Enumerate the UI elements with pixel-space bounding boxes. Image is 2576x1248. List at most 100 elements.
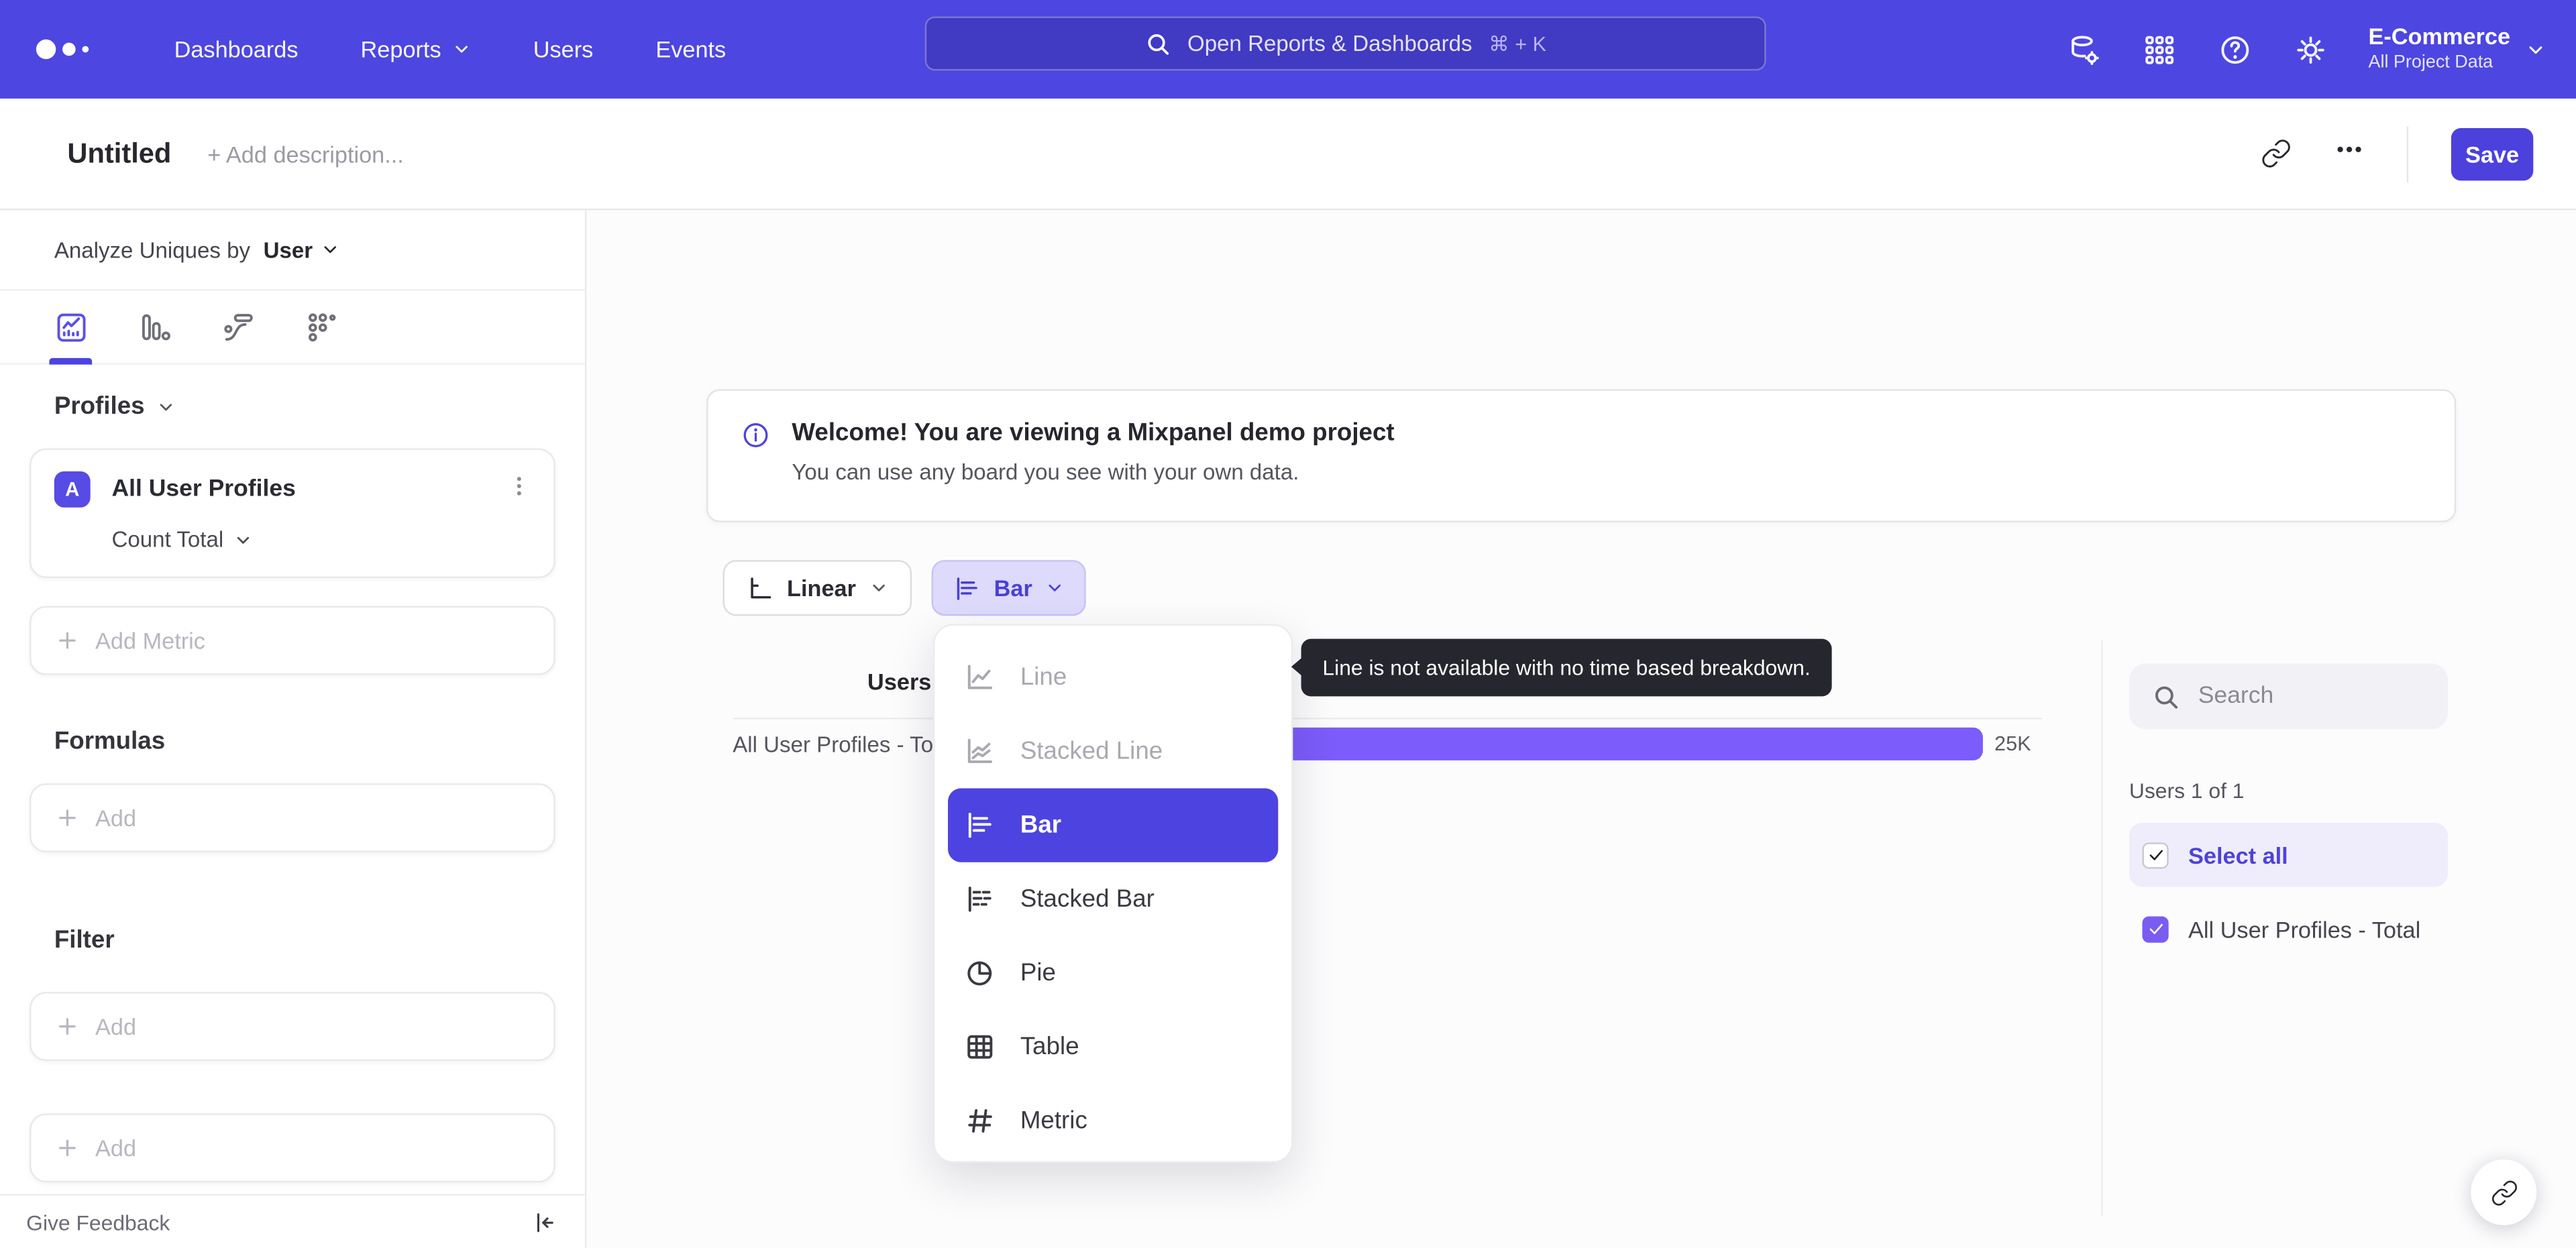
global-search-button[interactable]: Open Reports & Dashboards ⌘ + K	[924, 16, 1766, 71]
settings-gear-icon[interactable]	[2293, 32, 2327, 66]
metric-name[interactable]: All User Profiles	[112, 476, 296, 502]
line-chart-icon	[967, 665, 993, 689]
project-scope: All Project Data	[2368, 52, 2493, 72]
report-type-tabs	[0, 290, 585, 365]
insights-icon	[57, 313, 86, 341]
filter-section-header: Filter	[54, 926, 115, 954]
sidebar-footer: Give Feedback	[0, 1194, 585, 1248]
plus-icon	[59, 1018, 76, 1035]
series-item-row[interactable]: All User Profiles - Total	[2129, 901, 2448, 956]
dropdown-item-table[interactable]: Table	[948, 1010, 1278, 1084]
dropdown-item-pie[interactable]: Pie	[948, 936, 1278, 1010]
link-icon	[2491, 1180, 2516, 1205]
top-navigation-bar: Dashboards Reports Users Events Open Rep…	[0, 0, 2576, 99]
bar-chart-icon	[957, 576, 977, 600]
dropdown-item-bar[interactable]: Bar	[948, 788, 1279, 862]
pie-chart-icon	[967, 961, 992, 986]
apps-grid-icon[interactable]	[2142, 32, 2176, 66]
chart-section-label: Users	[867, 668, 932, 695]
dropdown-item-line: Line	[948, 640, 1278, 714]
plus-icon	[59, 809, 76, 826]
chevron-down-icon	[455, 46, 467, 53]
series-item-checkbox[interactable]	[2142, 915, 2169, 942]
plus-icon	[59, 632, 76, 649]
chevron-down-icon	[2529, 45, 2542, 53]
stacked-bar-chart-icon	[968, 887, 991, 912]
report-canvas: Welcome! You are viewing a Mixpanel demo…	[586, 210, 2576, 1248]
search-shortcut: ⌘ + K	[1489, 32, 1547, 56]
save-button[interactable]: Save	[2451, 127, 2534, 180]
nav-item-users[interactable]: Users	[533, 36, 594, 62]
flows-icon	[224, 313, 253, 340]
report-header: Untitled + Add description... Save	[0, 98, 2576, 211]
search-icon	[2155, 685, 2178, 708]
banner-title: Welcome! You are viewing a Mixpanel demo…	[792, 418, 1395, 447]
select-all-checkbox[interactable]	[2142, 842, 2169, 868]
tab-funnels[interactable]	[138, 290, 172, 363]
give-feedback-link[interactable]: Give Feedback	[26, 1210, 170, 1235]
mixpanel-logo-icon[interactable]	[36, 39, 89, 60]
metric-aggregation-selector[interactable]: Count Total	[112, 527, 531, 552]
search-placeholder: Open Reports & Dashboards	[1187, 31, 1472, 56]
add-filter-button[interactable]: Add	[30, 992, 555, 1062]
tab-retention[interactable]	[306, 290, 340, 363]
bar-chart-icon	[968, 812, 991, 838]
share-link-button[interactable]	[2471, 1159, 2537, 1225]
add-breakdown-button[interactable]: Add	[30, 1113, 555, 1183]
chart-type-dropdown: Line Stacked Line Bar Stacked Bar Pie Ta…	[933, 624, 1293, 1163]
hash-icon	[968, 1109, 992, 1133]
plus-icon	[59, 1139, 76, 1157]
tab-flows[interactable]	[222, 290, 256, 363]
chevron-down-icon	[160, 403, 172, 410]
metric-menu-icon[interactable]	[508, 474, 531, 506]
line-disabled-tooltip: Line is not available with no time based…	[1291, 638, 1832, 697]
analyze-prefix: Analyze Uniques by	[54, 237, 251, 262]
demo-banner: Welcome! You are viewing a Mixpanel demo…	[706, 389, 2457, 522]
stacked-line-chart-icon	[967, 738, 993, 763]
dropdown-item-metric[interactable]: Metric	[948, 1084, 1278, 1157]
panel-divider	[2101, 640, 2103, 1216]
nav-item-reports[interactable]: Reports	[361, 36, 471, 62]
series-count-label: Users 1 of 1	[2129, 778, 2245, 803]
add-description-field[interactable]: + Add description...	[207, 140, 404, 166]
chevron-down-icon	[237, 536, 250, 543]
project-name: E-Commerce	[2368, 23, 2511, 50]
series-search-input[interactable]	[2198, 683, 2412, 710]
analyze-entity-selector[interactable]: User	[264, 237, 341, 262]
chart-bar-value: 25K	[1994, 732, 2031, 756]
metric-letter-badge: A	[54, 471, 91, 508]
table-icon	[967, 1035, 993, 1059]
project-selector[interactable]: E-Commerce All Project Data	[2369, 23, 2546, 75]
dropdown-item-stacked-bar[interactable]: Stacked Bar	[948, 862, 1278, 936]
app-window: Dashboards Reports Users Events Open Rep…	[0, 0, 2576, 1248]
add-metric-button[interactable]: Add Metric	[30, 606, 555, 675]
chart-type-selector-button[interactable]: Bar	[931, 560, 1087, 616]
divider	[2406, 125, 2409, 182]
more-options-icon[interactable]	[2334, 135, 2364, 172]
report-title[interactable]: Untitled	[67, 137, 171, 170]
chart-row-label: All User Profiles - Total	[733, 732, 934, 757]
banner-subtitle: You can use any board you see with your …	[792, 459, 1299, 485]
copy-link-icon[interactable]	[2261, 138, 2292, 170]
series-search-field[interactable]	[2129, 663, 2448, 730]
retention-icon	[309, 313, 336, 341]
metric-card[interactable]: A All User Profiles Count Total	[30, 448, 555, 579]
analyze-row: Analyze Uniques by User	[0, 210, 585, 291]
nav-item-dashboards[interactable]: Dashboards	[174, 36, 299, 62]
scale-selector-button[interactable]: Linear	[722, 560, 912, 616]
select-all-row[interactable]: Select all	[2129, 822, 2448, 887]
collapse-sidebar-icon[interactable]	[531, 1208, 559, 1236]
search-icon	[1147, 33, 1169, 54]
funnels-icon	[142, 313, 170, 340]
chart-gridline	[733, 718, 2043, 720]
series-panel: Users 1 of 1 Select all All User Profile…	[2129, 663, 2448, 956]
axis-icon	[751, 576, 771, 598]
chevron-down-icon	[325, 246, 337, 253]
help-icon[interactable]	[2217, 32, 2251, 66]
tab-insights[interactable]	[49, 290, 93, 364]
data-management-icon[interactable]	[2066, 32, 2100, 66]
info-icon	[741, 420, 770, 450]
nav-item-events[interactable]: Events	[655, 36, 726, 62]
profiles-section-header[interactable]: Profiles	[54, 392, 585, 420]
add-formula-button[interactable]: Add	[30, 783, 555, 853]
